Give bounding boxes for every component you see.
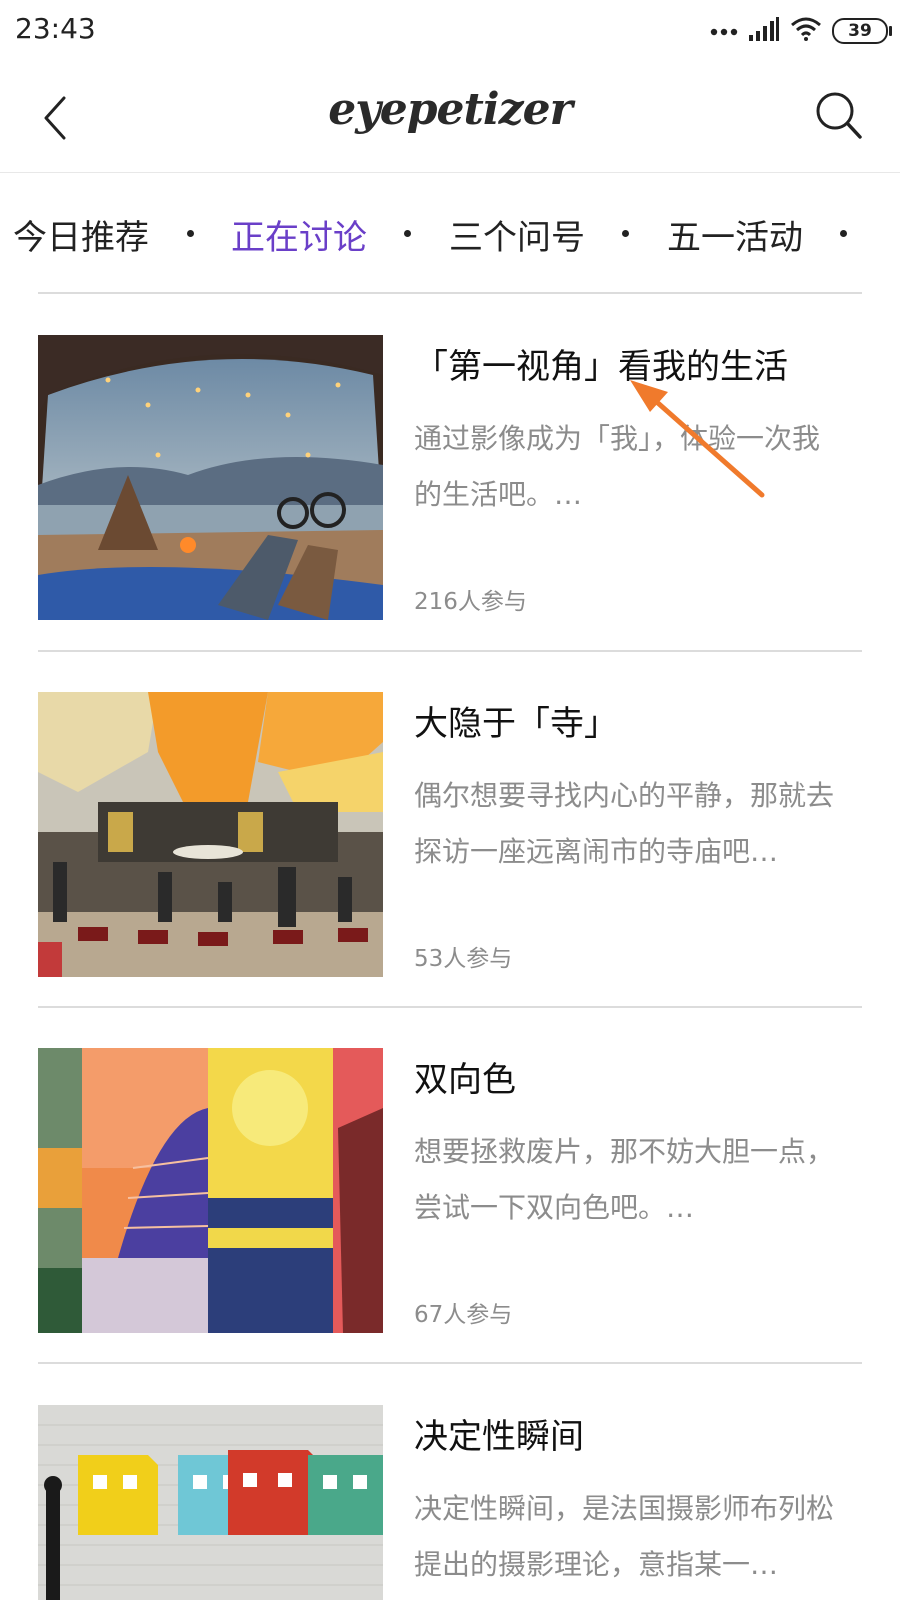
status-icons: 39 (710, 14, 892, 48)
status-time: 23:43 (15, 12, 96, 45)
topic-description: 决定性瞬间，是法国摄影师布列松提出的摄影理论，意指某一… (414, 1492, 835, 1581)
topic-thumbnail (38, 692, 383, 977)
tab-discussing[interactable]: 正在讨论 (231, 210, 367, 259)
tab-today-recommend[interactable]: 今日推荐 (13, 210, 149, 259)
tab-separator (622, 230, 629, 237)
topic-thumbnail (38, 335, 383, 620)
status-bar: 23:43 39 (0, 0, 900, 62)
topic-description: 通过影像成为「我」，体验一次我的生活吧。… (414, 422, 821, 511)
topic-card[interactable]: 决定性瞬间 决定性瞬间，是法国摄影师布列松提出的摄影理论，意指某一… (38, 1405, 862, 1600)
wifi-icon (790, 17, 822, 45)
topic-thumbnail (38, 1048, 383, 1333)
participant-count: 216人参与 (414, 589, 527, 615)
category-tabs: 今日推荐 正在讨论 三个问号 五一活动 (0, 200, 900, 270)
tab-separator (840, 230, 847, 237)
tab-may-day-event[interactable]: 五一活动 (667, 210, 803, 259)
search-button[interactable] (814, 90, 864, 142)
topic-description: 偶尔想要寻找内心的平静，那就去探访一座远离闹市的寺庙吧… (414, 779, 835, 868)
topic-title: 双向色 (414, 1060, 516, 1100)
topic-description: 想要拯救废片，那不妨大胆一点，尝试一下双向色吧。… (414, 1135, 835, 1224)
tab-separator (404, 230, 411, 237)
tab-three-questions[interactable]: 三个问号 (449, 210, 585, 259)
search-icon (816, 92, 862, 139)
topic-card[interactable]: 大隐于「寺」 偶尔想要寻找内心的平静，那就去探访一座远离闹市的寺庙吧… 53人参… (38, 692, 862, 977)
topic-title: 「第一视角」看我的生活 (414, 347, 788, 387)
participant-count: 53人参与 (414, 946, 513, 972)
signal-icon (748, 17, 780, 45)
battery-icon: 39 (832, 18, 892, 44)
divider (38, 650, 862, 652)
app-header: eyepetizer (0, 62, 900, 173)
divider (38, 1362, 862, 1364)
topic-title: 大隐于「寺」 (414, 704, 618, 744)
participant-count: 67人参与 (414, 1302, 513, 1328)
more-dots-icon (710, 22, 738, 41)
divider (38, 1006, 862, 1008)
divider (38, 292, 862, 294)
topic-card[interactable]: 「第一视角」看我的生活 通过影像成为「我」，体验一次我的生活吧。… 216人参与 (38, 335, 862, 620)
app-logo: eyepetizer (328, 84, 573, 135)
topic-title: 决定性瞬间 (414, 1417, 584, 1457)
topic-thumbnail (38, 1405, 383, 1600)
topic-card[interactable]: 双向色 想要拯救废片，那不妨大胆一点，尝试一下双向色吧。… 67人参与 (38, 1048, 862, 1333)
tab-separator (187, 230, 194, 237)
